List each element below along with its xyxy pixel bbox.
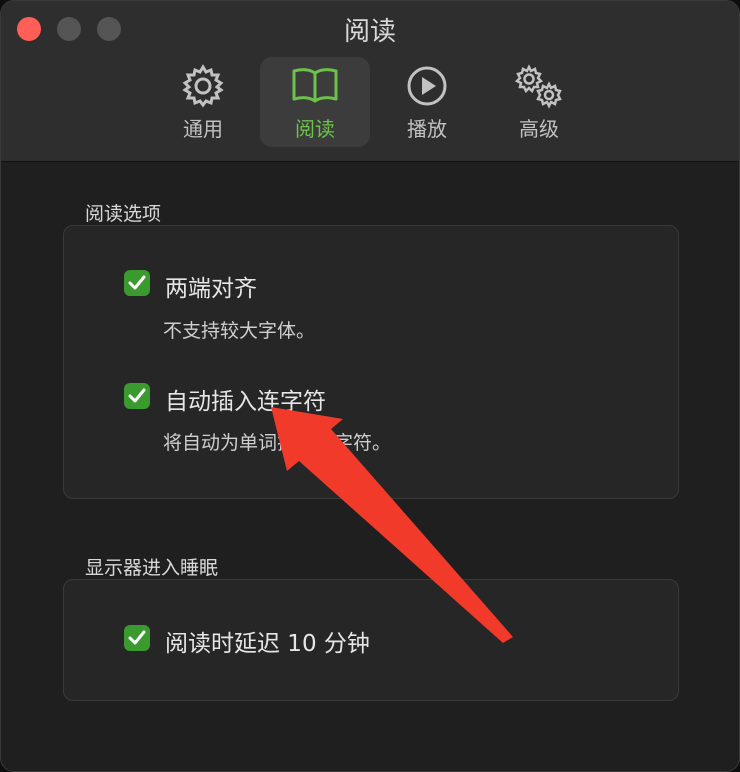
- tab-reading[interactable]: 阅读: [260, 57, 370, 147]
- play-icon: [407, 66, 447, 106]
- sleep-delay-label[interactable]: 阅读时延迟 10 分钟: [165, 624, 370, 658]
- hyphenate-checkbox[interactable]: [124, 383, 150, 409]
- hyphenate-description: 将自动为单词插入连字符。: [163, 432, 392, 454]
- checkmark-icon: [128, 388, 146, 403]
- window-title: 阅读: [343, 17, 396, 47]
- justify-description: 不支持较大字体。: [163, 320, 316, 342]
- justify-label[interactable]: 两端对齐: [165, 269, 257, 303]
- justify-checkbox[interactable]: [124, 270, 150, 296]
- tab-general-label: 通用: [183, 117, 223, 141]
- preferences-window: 阅读 通用 阅读 播放 高级 阅读选项 两端对齐 不支持较大字体。 自动插入连字…: [0, 0, 740, 772]
- reading-options-group: 两端对齐 不支持较大字体。 自动插入连字符 将自动为单词插入连字符。: [63, 225, 679, 499]
- title-toolbar: 阅读 通用 阅读 播放 高级: [1, 1, 739, 162]
- checkmark-icon: [128, 275, 146, 290]
- tab-advanced-label: 高级: [519, 117, 559, 141]
- gear-icon: [182, 64, 224, 108]
- reading-options-title: 阅读选项: [85, 203, 162, 225]
- sleep-delay-checkbox[interactable]: [124, 625, 150, 651]
- hyphenate-label[interactable]: 自动插入连字符: [165, 382, 326, 416]
- tab-advanced[interactable]: 高级: [484, 57, 594, 147]
- tab-general[interactable]: 通用: [148, 57, 258, 147]
- tab-playback[interactable]: 播放: [372, 57, 482, 147]
- tab-playback-label: 播放: [407, 117, 447, 141]
- display-sleep-group: 阅读时延迟 10 分钟: [63, 579, 679, 701]
- book-icon: [292, 68, 338, 103]
- display-sleep-title: 显示器进入睡眠: [85, 557, 219, 579]
- gears-icon: [514, 64, 562, 109]
- checkmark-icon: [128, 630, 146, 645]
- tab-reading-label: 阅读: [295, 117, 335, 141]
